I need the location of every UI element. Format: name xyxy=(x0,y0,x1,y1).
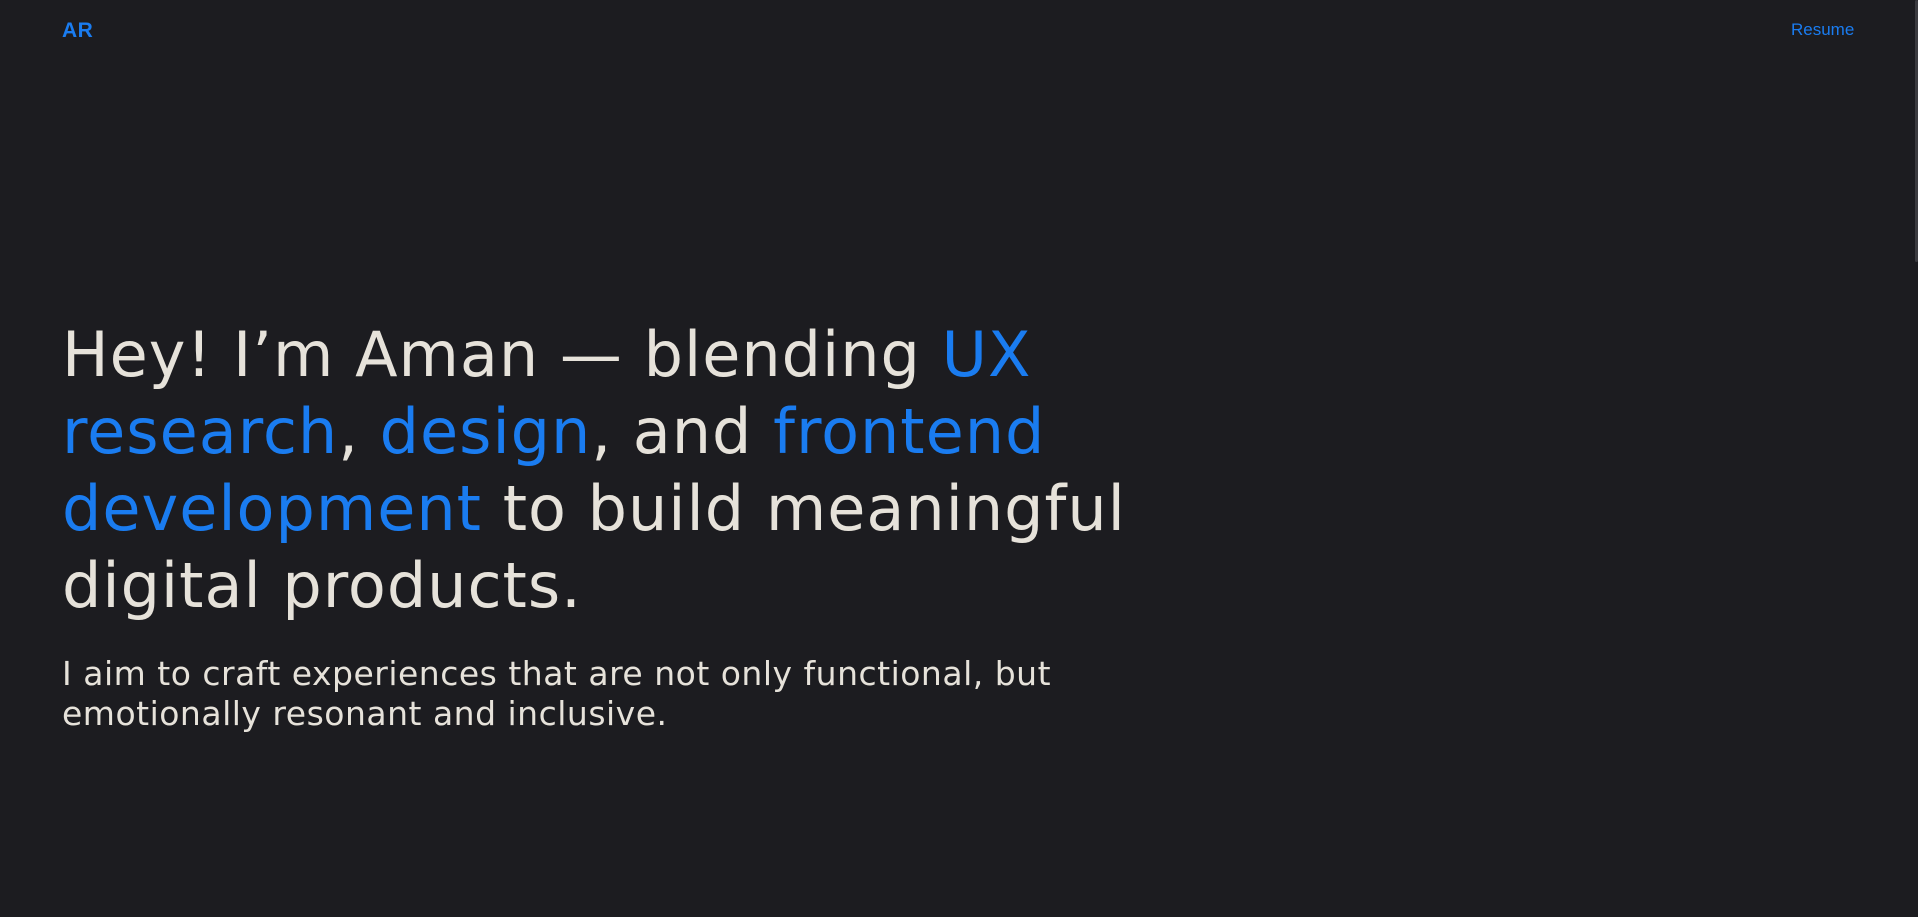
logo[interactable]: AR xyxy=(62,19,93,43)
headline-text-3: , and xyxy=(591,395,774,468)
hero-subtitle: I aim to craft experiences that are not … xyxy=(62,654,1052,733)
headline-text-2: , xyxy=(338,395,380,468)
scrollbar[interactable] xyxy=(1914,0,1918,917)
hero-headline: Hey! I’m Aman — blending UX research, de… xyxy=(62,316,1202,624)
hero-section: Hey! I’m Aman — blending UX research, de… xyxy=(62,316,1202,734)
headline-highlight-design: design xyxy=(379,395,592,468)
headline-text-1: Hey! I’m Aman — blending xyxy=(62,318,942,391)
resume-link[interactable]: Resume xyxy=(1791,20,1854,40)
